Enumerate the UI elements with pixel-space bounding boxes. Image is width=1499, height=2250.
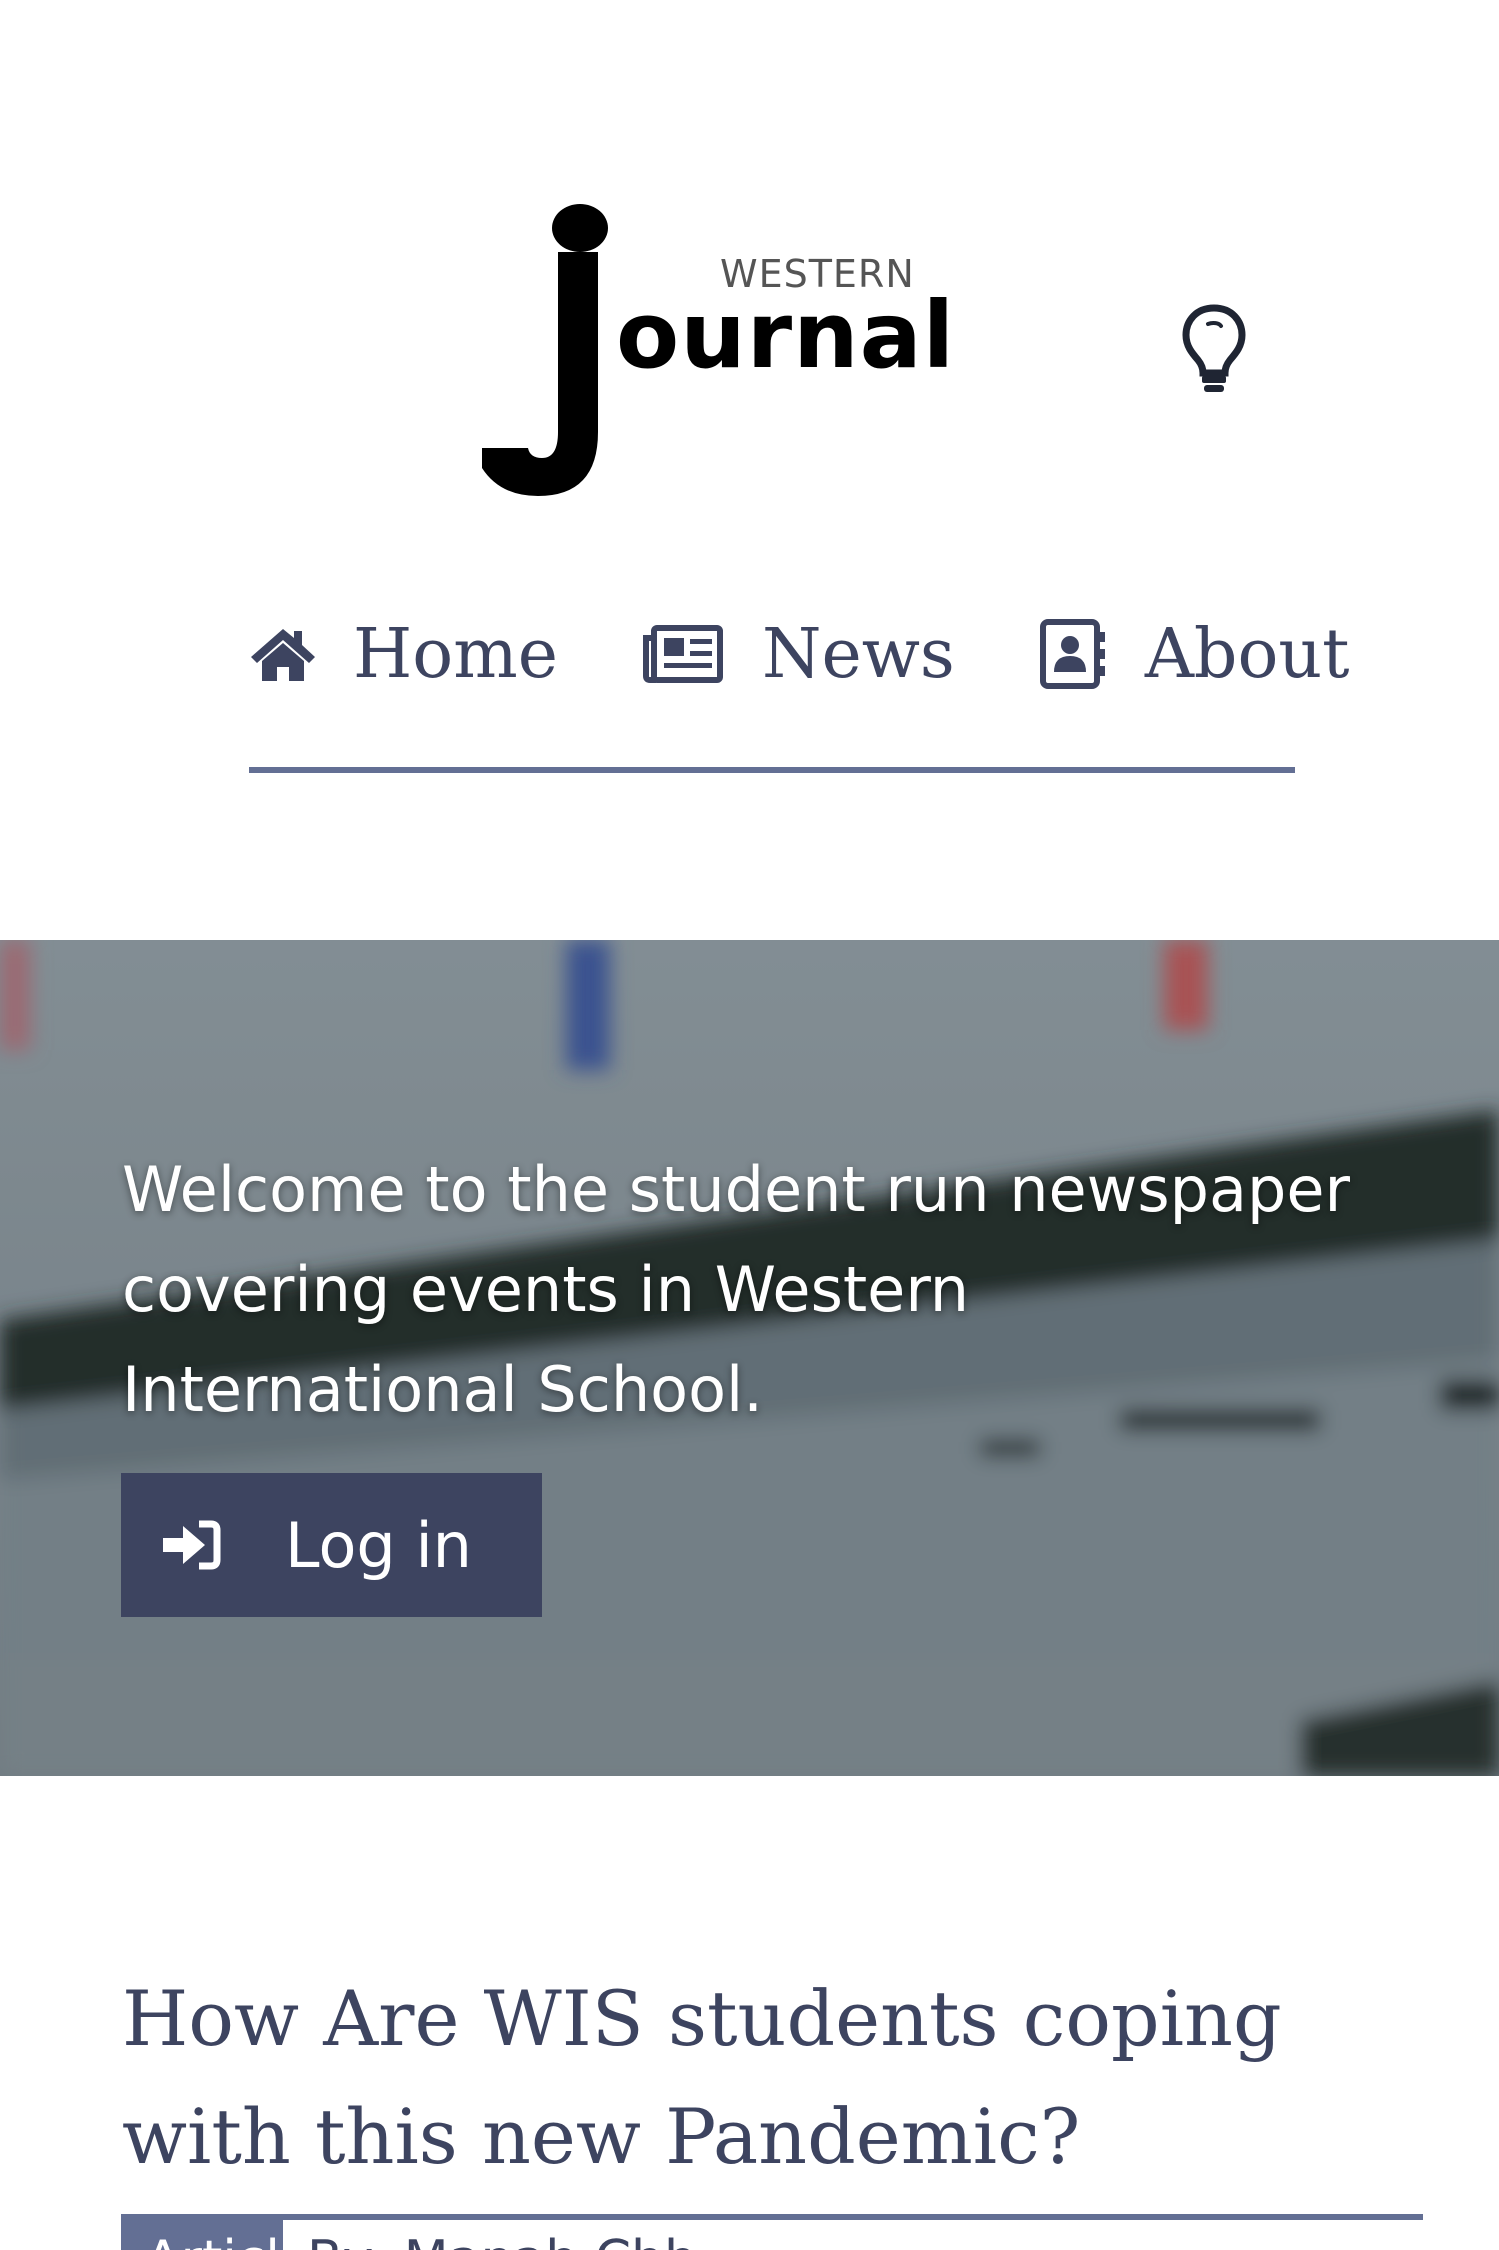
nav-item-about[interactable]: About [1039, 615, 1350, 694]
hero-banner: Welcome to the student run newspaper cov… [0, 940, 1499, 1776]
theme-toggle-button[interactable] [1180, 302, 1248, 394]
nav-item-label: Home [353, 614, 558, 694]
article-meta: Article By: Manah Chh... [121, 2220, 747, 2250]
logo-j-mark [482, 204, 608, 496]
nav-item-label: News [761, 614, 955, 694]
home-icon [251, 629, 315, 681]
article-byline: By: Manah Chh... [283, 2220, 747, 2250]
nav-item-home[interactable]: Home [249, 615, 558, 694]
site-logo[interactable]: WESTERN ournal [480, 200, 954, 500]
article-title-link[interactable]: How Are WIS students coping with this ne… [122, 1960, 1422, 2196]
logo-journal-text: ournal [616, 282, 956, 389]
article-type-badge: Article [121, 2220, 283, 2250]
newspaper-icon [642, 625, 723, 683]
nav-item-news[interactable]: News [642, 615, 955, 694]
login-button-label: Log in [285, 1508, 472, 1582]
nav-divider [249, 767, 1295, 773]
main-nav: Home News About [249, 612, 1350, 696]
address-book-icon [1039, 619, 1105, 689]
lightbulb-icon [1182, 304, 1246, 392]
hero-welcome-text: Welcome to the student run newspaper cov… [122, 1153, 1351, 1426]
sign-in-icon [163, 1520, 221, 1570]
nav-item-label: About [1144, 614, 1350, 694]
login-button[interactable]: Log in [121, 1473, 542, 1617]
